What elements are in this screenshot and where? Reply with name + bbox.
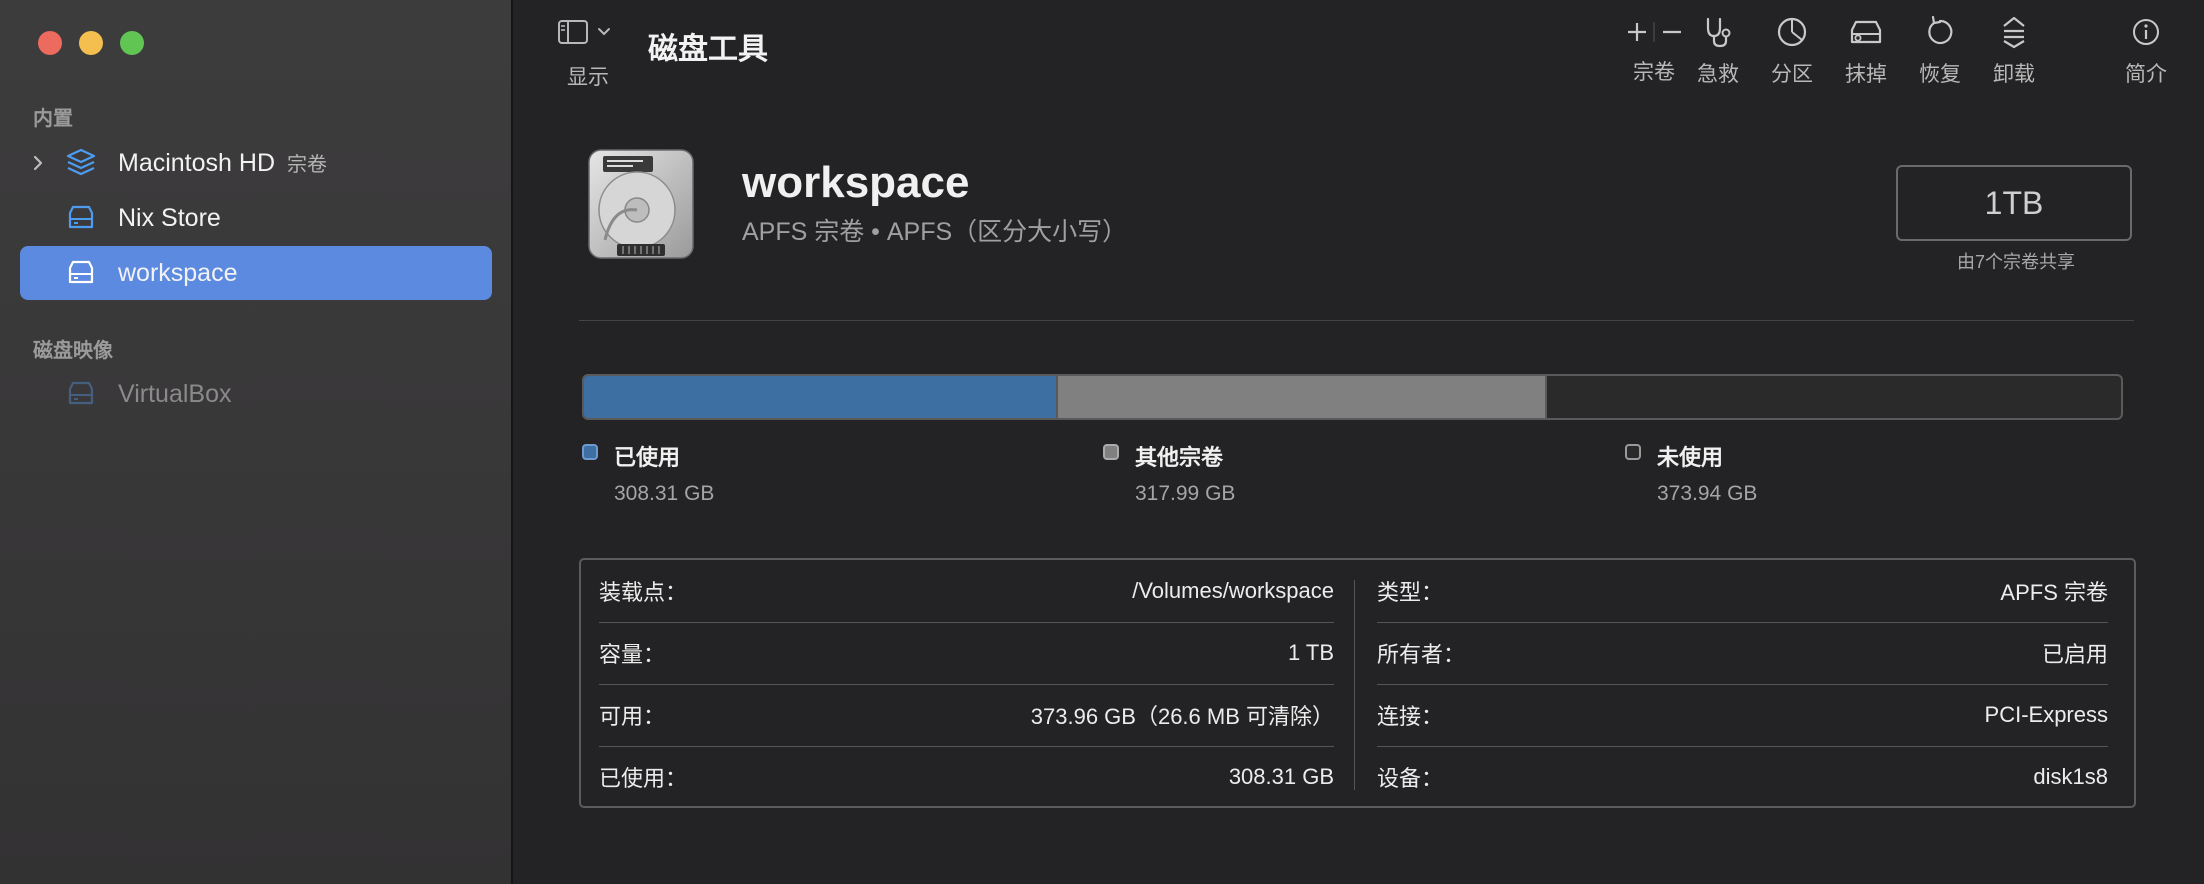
disk-utility-window: 内置 Macintosh HD 宗卷 Nix Store workspace 磁… — [0, 0, 2204, 884]
usage-bar — [582, 374, 2123, 420]
volume-name: workspace — [742, 158, 970, 207]
section-internal-label: 内置 — [33, 108, 73, 130]
sidebar-item-workspace[interactable]: workspace — [20, 246, 492, 300]
info-value: 373.96 GB（26.6 MB 可清除） — [1030, 704, 1334, 729]
sidebar-item-label: VirtualBox — [118, 379, 232, 408]
info-label: 连接： — [1377, 704, 1444, 729]
info-row-available: 可用： 373.96 GB（26.6 MB 可清除） — [599, 684, 1334, 747]
close-window-button[interactable] — [38, 31, 62, 55]
stacked-volumes-icon — [66, 148, 96, 176]
zoom-window-button[interactable] — [120, 31, 144, 55]
sidebar: 内置 Macintosh HD 宗卷 Nix Store workspace 磁… — [0, 0, 513, 884]
info-label: 简介 — [2125, 63, 2167, 86]
restore-label: 恢复 — [1919, 63, 1961, 86]
sidebar-toggle-icon — [558, 20, 610, 44]
sidebar-item-label: workspace — [118, 258, 238, 287]
window-controls — [38, 31, 144, 55]
volume-size-box: 1TB — [1896, 165, 2132, 241]
partition-label: 分区 — [1771, 63, 1813, 86]
view-button[interactable]: 显示 — [553, 18, 623, 91]
pie-chart-icon — [1777, 17, 1807, 47]
legend-swatch — [1625, 444, 1641, 460]
info-row-type: 类型： APFS 宗卷 — [1377, 560, 2108, 623]
plus-minus-icons — [1628, 22, 1681, 42]
legend-value: 373.94 GB — [1657, 482, 1758, 505]
sidebar-item-macintosh-hd[interactable]: Macintosh HD 宗卷 — [20, 136, 492, 190]
app-title: 磁盘工具 — [648, 33, 768, 66]
stethoscope-icon — [1706, 17, 1731, 48]
info-value: 308.31 GB — [1228, 764, 1334, 789]
info-label: 类型： — [1377, 580, 1444, 605]
info-column-divider — [1354, 580, 1355, 790]
info-label: 可用： — [599, 704, 666, 729]
main-panel: 显示 磁盘工具 宗卷 急救 分区 抹掉 恢复 卸载 简介 workspace A… — [513, 0, 2204, 884]
plus-icon[interactable] — [1628, 23, 1646, 41]
divider — [579, 320, 2134, 321]
info-row-connection: 连接： PCI-Express — [1377, 684, 2108, 747]
info-value: 已启用 — [2041, 642, 2108, 667]
legend-value: 308.31 GB — [614, 482, 715, 505]
partition-button[interactable]: 分区 — [1757, 14, 1827, 88]
volume-description: APFS 宗卷 • APFS（区分大小写） — [742, 218, 1128, 246]
drive-icon — [68, 260, 94, 284]
info-label: 容量： — [599, 642, 666, 667]
usage-segment-other — [1057, 376, 1547, 418]
info-value: PCI-Express — [1984, 702, 2108, 727]
info-icon — [2133, 19, 2159, 45]
section-disk-images-label: 磁盘映像 — [33, 340, 113, 362]
info-value: disk1s8 — [2033, 764, 2108, 789]
sidebar-item-virtualbox[interactable]: VirtualBox — [20, 367, 492, 421]
volume-label: 宗卷 — [1633, 61, 1675, 84]
unmount-label: 卸载 — [1993, 63, 2035, 86]
erase-label: 抹掉 — [1845, 63, 1887, 86]
sidebar-item-label: Macintosh HD — [118, 149, 275, 177]
drive-icon — [68, 381, 94, 405]
legend-swatch — [1103, 444, 1119, 460]
info-row-mount-point: 装载点： /Volumes/workspace — [599, 560, 1334, 623]
hard-disk-icon — [588, 149, 694, 259]
info-row-capacity: 容量： 1 TB — [599, 622, 1334, 685]
restore-button[interactable]: 恢复 — [1905, 14, 1975, 88]
volume-size: 1TB — [1984, 184, 2044, 221]
info-button[interactable]: 简介 — [2111, 14, 2181, 88]
chevron-right-icon[interactable] — [30, 155, 46, 171]
legend-swatch — [582, 444, 598, 460]
shared-caption: 由7个宗卷共享 — [1956, 252, 2075, 272]
view-label: 显示 — [567, 66, 609, 89]
erase-drive-icon — [1850, 20, 1882, 44]
legend-name: 已使用 — [614, 445, 681, 470]
info-label: 已使用： — [599, 766, 688, 791]
info-value: APFS 宗卷 — [2000, 580, 2108, 605]
volume-info-table: 装载点： /Volumes/workspace 容量： 1 TB 可用： 373… — [579, 558, 2136, 808]
restore-arrow-icon — [1928, 15, 1953, 45]
legend-name: 未使用 — [1657, 445, 1724, 470]
info-row-used: 已使用： 308.31 GB — [599, 746, 1334, 808]
sidebar-item-nix-store[interactable]: Nix Store — [20, 191, 492, 245]
drive-icon — [68, 205, 94, 229]
unmount-button[interactable]: 卸载 — [1979, 14, 2049, 88]
usage-segment-free — [1547, 376, 2121, 418]
info-label: 装载点： — [599, 580, 688, 605]
volume-add-remove-group: 宗卷 — [1614, 14, 1694, 86]
first-aid-button[interactable]: 急救 — [1683, 14, 1753, 88]
minimize-window-button[interactable] — [79, 31, 103, 55]
legend-value: 317.99 GB — [1135, 482, 1236, 505]
info-label: 所有者： — [1377, 642, 1466, 667]
info-row-device: 设备： disk1s8 — [1377, 746, 2108, 808]
legend-name: 其他宗卷 — [1135, 445, 1224, 470]
first-aid-label: 急救 — [1697, 63, 1739, 86]
info-value: /Volumes/workspace — [1132, 578, 1334, 603]
info-label: 设备： — [1377, 766, 1444, 791]
info-row-owners: 所有者： 已启用 — [1377, 622, 2108, 685]
sidebar-item-sublabel: 宗卷 — [287, 154, 327, 176]
erase-button[interactable]: 抹掉 — [1831, 14, 1901, 88]
eject-icon — [2003, 16, 2025, 49]
info-value: 1 TB — [1287, 640, 1334, 665]
usage-segment-used — [584, 376, 1058, 418]
sidebar-item-label: Nix Store — [118, 203, 221, 232]
